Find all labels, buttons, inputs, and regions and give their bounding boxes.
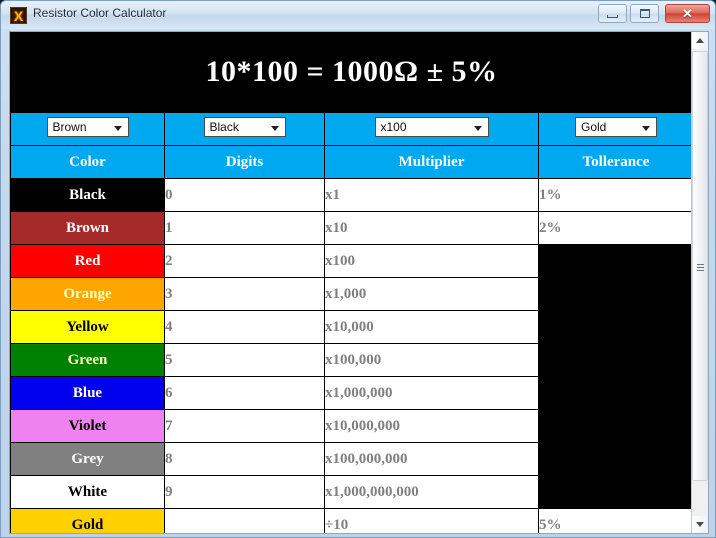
multiplier-cell: x1,000,000	[324, 376, 539, 410]
multiplier-cell: x10,000,000	[324, 409, 539, 443]
scrollbar-thumb[interactable]	[692, 51, 708, 481]
tolerance-cell	[538, 442, 693, 476]
minimize-icon	[607, 14, 618, 18]
table-row: White 9 x1,000,000,000	[10, 475, 693, 509]
vertical-scrollbar[interactable]	[691, 32, 708, 533]
color-swatch-cell[interactable]: Grey	[10, 442, 165, 476]
table-row: Black 0 x1 1%	[10, 178, 693, 212]
result-equation: 10*100 = 1000Ω ± 5%	[10, 32, 693, 112]
multiplier-cell: x10	[324, 211, 539, 245]
color-swatch-cell[interactable]: Red	[10, 244, 165, 278]
multiplier-cell: x1,000,000,000	[324, 475, 539, 509]
select-value: Black	[209, 119, 239, 134]
first-digit-select[interactable]: Brown	[46, 116, 129, 137]
maximize-button[interactable]	[630, 4, 659, 23]
tolerance-cell	[538, 310, 693, 344]
tolerance-cell	[538, 475, 693, 509]
select-value: x100	[380, 119, 407, 134]
digit-cell: 6	[164, 376, 325, 410]
color-swatch-cell[interactable]: Orange	[10, 277, 165, 311]
scrollbar-grip-icon	[697, 264, 704, 271]
color-swatch-cell[interactable]: Yellow	[10, 310, 165, 344]
tolerance-cell	[538, 376, 693, 410]
digit-cell: 4	[164, 310, 325, 344]
multiplier-cell: x100	[324, 244, 539, 278]
digit-cell: 8	[164, 442, 325, 476]
color-swatch-cell[interactable]: Gold	[10, 508, 165, 533]
digit-cell: 9	[164, 475, 325, 509]
column-header: Tollerance	[538, 145, 693, 179]
window-title: Resistor Color Calculator	[33, 6, 167, 20]
maximize-icon	[639, 9, 650, 18]
digit-cell: 7	[164, 409, 325, 443]
color-swatch-cell[interactable]: White	[10, 475, 165, 509]
second-digit-select[interactable]: Black	[203, 116, 286, 137]
multiplier-cell: x1	[324, 178, 539, 212]
calculator-content: 10*100 = 1000Ω ± 5% Brown Black x100 Gold Co…	[10, 32, 693, 533]
digit-cell	[164, 508, 325, 533]
app-x-icon: X	[10, 7, 27, 24]
scroll-up-button[interactable]	[692, 32, 708, 49]
table-row: Gold ÷10 5%	[10, 508, 693, 533]
chevron-down-icon	[642, 125, 650, 131]
minimize-button[interactable]	[598, 4, 627, 23]
multiplier-cell: x1,000	[324, 277, 539, 311]
chevron-down-icon	[270, 125, 279, 131]
tolerance-cell	[538, 244, 693, 278]
table-row: Violet 7 x10,000,000	[10, 409, 693, 443]
column-header: Multiplier	[324, 145, 539, 179]
digit-cell: 1	[164, 211, 325, 245]
close-button[interactable]: ✕	[665, 4, 710, 23]
scroll-down-button[interactable]	[692, 516, 708, 533]
color-swatch-cell[interactable]: Violet	[10, 409, 165, 443]
chevron-down-icon	[473, 125, 482, 131]
table-row: Orange 3 x1,000	[10, 277, 693, 311]
column-header: Color	[10, 145, 165, 179]
app-window: X Resistor Color Calculator ✕ 10*100 = 1…	[0, 0, 716, 538]
chevron-down-icon	[696, 522, 704, 527]
color-swatch-cell[interactable]: Black	[10, 178, 165, 212]
resistor-color-table: Brown Black x100 Gold Color Digits Multiplier T…	[10, 112, 693, 533]
multiplier-cell: ÷10	[324, 508, 539, 533]
selector-cell: Gold	[538, 112, 693, 146]
table-row: Red 2 x100	[10, 244, 693, 278]
tolerance-select[interactable]: Gold	[575, 116, 657, 137]
chevron-down-icon	[113, 125, 122, 131]
selector-cell: Brown	[10, 112, 165, 146]
digit-cell: 5	[164, 343, 325, 377]
tolerance-cell: 1%	[538, 178, 693, 212]
color-swatch-cell[interactable]: Brown	[10, 211, 165, 245]
tolerance-cell	[538, 409, 693, 443]
chevron-up-icon	[696, 38, 704, 43]
selector-cell: x100	[324, 112, 539, 146]
close-icon: ✕	[682, 6, 693, 21]
digit-cell: 0	[164, 178, 325, 212]
table-row: Green 5 x100,000	[10, 343, 693, 377]
multiplier-cell: x100,000	[324, 343, 539, 377]
color-swatch-cell[interactable]: Green	[10, 343, 165, 377]
tolerance-cell: 5%	[538, 508, 693, 533]
table-row: Grey 8 x100,000,000	[10, 442, 693, 476]
table-row: Yellow 4 x10,000	[10, 310, 693, 344]
table-row: Blue 6 x1,000,000	[10, 376, 693, 410]
multiplier-select[interactable]: x100	[374, 116, 489, 137]
select-value: Gold	[581, 119, 607, 134]
tolerance-cell	[538, 343, 693, 377]
table-row: Brown 1 x10 2%	[10, 211, 693, 245]
column-header: Digits	[164, 145, 325, 179]
selector-row: Brown Black x100 Gold	[10, 112, 693, 146]
digit-cell: 3	[164, 277, 325, 311]
multiplier-cell: x10,000	[324, 310, 539, 344]
multiplier-cell: x100,000,000	[324, 442, 539, 476]
digit-cell: 2	[164, 244, 325, 278]
client-area: 10*100 = 1000Ω ± 5% Brown Black x100 Gold Co…	[9, 31, 709, 534]
title-bar: X Resistor Color Calculator ✕	[1, 1, 715, 29]
tolerance-cell	[538, 277, 693, 311]
color-swatch-cell[interactable]: Blue	[10, 376, 165, 410]
column-header-row: Color Digits Multiplier Tollerance	[10, 145, 693, 179]
select-value: Brown	[52, 119, 87, 134]
selector-cell: Black	[164, 112, 325, 146]
tolerance-cell: 2%	[538, 211, 693, 245]
